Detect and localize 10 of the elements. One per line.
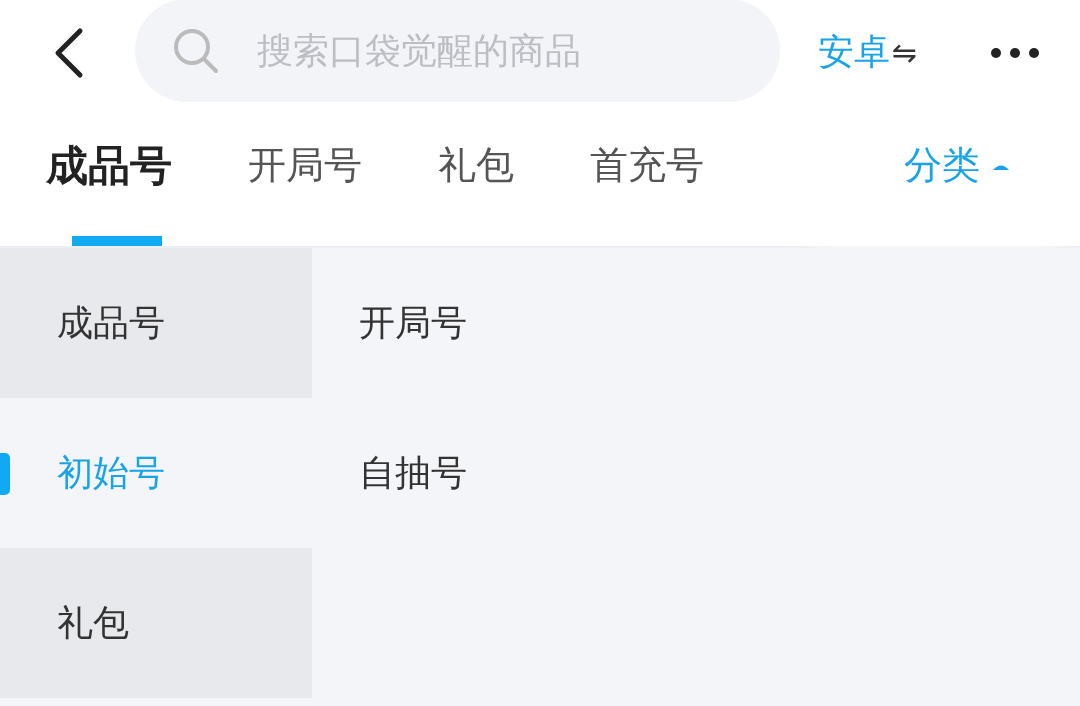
tab[interactable]: 首充号 bbox=[590, 105, 704, 246]
more-icon[interactable] bbox=[990, 46, 1040, 59]
tab[interactable]: 成品号 bbox=[46, 105, 172, 246]
tab[interactable]: 开局号 bbox=[248, 105, 362, 246]
tab[interactable]: 礼包 bbox=[438, 105, 514, 246]
subcategory-item[interactable]: 开局号 bbox=[359, 248, 1080, 398]
sidebar-item[interactable]: 成品号 bbox=[0, 248, 312, 398]
sidebar-item[interactable]: 礼包 bbox=[0, 548, 312, 698]
subcategory-item[interactable]: 自抽号 bbox=[359, 398, 1080, 548]
swap-icon[interactable]: ⇋ bbox=[892, 35, 918, 70]
